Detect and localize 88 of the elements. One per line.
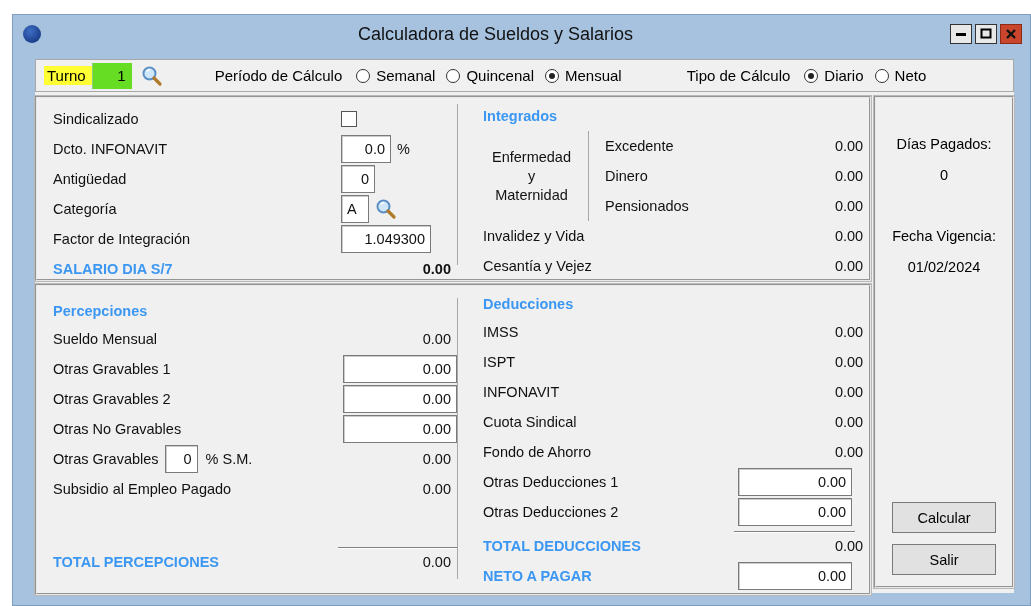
section-heading: Integrados xyxy=(483,107,559,126)
value-text: 0.00 xyxy=(833,198,865,214)
maximize-button[interactable] xyxy=(975,24,997,44)
search-icon[interactable] xyxy=(375,198,397,220)
field-label: Sueldo Mensual xyxy=(53,331,157,347)
search-icon[interactable] xyxy=(140,64,163,87)
group-label: Maternidad xyxy=(495,185,568,205)
radio-button[interactable]: Diario xyxy=(804,67,864,84)
field-label: Período de Cálculo xyxy=(214,67,343,84)
checkbox[interactable] xyxy=(341,111,357,127)
field-label: Otras Gravables 1 xyxy=(53,361,171,377)
window-title: Calculadora de Sueldos y Salarios xyxy=(356,23,635,45)
radio-button[interactable]: Mensual xyxy=(545,67,622,84)
field-label: Factor de Integración xyxy=(53,231,192,247)
value-text: 0.00 xyxy=(833,414,865,430)
field-label: Subsidio al Empleo Pagado xyxy=(53,481,232,497)
input-field[interactable]: 0.00 xyxy=(343,355,457,383)
field-label: ISPT xyxy=(483,354,516,370)
input-field[interactable]: 0 xyxy=(341,165,375,193)
minimize-icon xyxy=(956,32,966,36)
value-text: 0.00 xyxy=(833,384,865,400)
field-label: Fondo de Ahorro xyxy=(483,444,592,460)
group-label: y xyxy=(527,166,536,186)
group-label: Enfermedad xyxy=(492,147,571,167)
input-field[interactable]: 1.049300 xyxy=(341,225,431,253)
app-icon xyxy=(23,25,41,43)
total-label: TOTAL DEDUCCIONES xyxy=(483,538,642,554)
input-field[interactable]: 0.00 xyxy=(343,385,457,413)
action-button[interactable]: Calcular xyxy=(892,502,997,533)
value-text: 0.00 xyxy=(421,331,452,347)
input-field[interactable]: 1 xyxy=(91,62,132,89)
field-label: Cesantía y Vejez xyxy=(483,258,593,274)
maximize-icon xyxy=(980,28,992,40)
input-field[interactable]: A xyxy=(341,195,369,223)
section-heading: Percepciones xyxy=(53,302,149,321)
field-label: Otras No Gravables xyxy=(53,421,182,437)
field-label: Dcto. INFONAVIT xyxy=(53,141,169,157)
field-label: Otras Gravables 2 xyxy=(53,391,171,407)
field-label: Excedente xyxy=(605,138,675,154)
field-label: Fecha Vigencia: xyxy=(892,226,996,246)
value-text: 01/02/2024 xyxy=(907,257,981,277)
field-label: Otras Gravables xyxy=(53,451,159,467)
field-label: INFONAVIT xyxy=(483,384,560,400)
field-label: Dinero xyxy=(605,168,649,184)
unit-label: % S.M. xyxy=(205,451,253,467)
input-field[interactable]: 0.00 xyxy=(738,468,853,496)
value-text: 0.00 xyxy=(833,228,865,244)
input-field[interactable]: 0.00 xyxy=(738,498,853,526)
section-heading: Deducciones xyxy=(483,295,575,314)
value-text: 0 xyxy=(940,165,949,185)
action-button[interactable]: Salir xyxy=(892,544,997,575)
field-label: Pensionados xyxy=(605,198,690,214)
value-text: 0.00 xyxy=(421,481,452,497)
field-label: Invalidez y Vida xyxy=(483,228,586,244)
value-text: 0.00 xyxy=(421,451,452,467)
field-label: Días Pagados: xyxy=(896,134,992,154)
total-label: TOTAL PERCEPCIONES xyxy=(53,554,220,570)
field-label: Categoría xyxy=(53,201,118,217)
input-field[interactable]: 0.00 xyxy=(343,415,457,443)
field-label: Sindicalizado xyxy=(53,111,140,127)
value-text: 0.00 xyxy=(833,324,865,340)
radio-button[interactable]: Neto xyxy=(874,67,927,84)
value-text: 0.00 xyxy=(833,354,865,370)
field-label: Tipo de Cálculo xyxy=(686,67,791,84)
close-button[interactable] xyxy=(1000,24,1022,44)
field-label: Otras Deducciones 1 xyxy=(483,474,619,490)
close-icon xyxy=(1005,28,1017,40)
field-label: Antigüedad xyxy=(53,171,128,187)
radio-button[interactable]: Semanal xyxy=(356,67,436,84)
field-label: Turno xyxy=(44,66,92,85)
value-text: 0.00 xyxy=(833,444,865,460)
value-text: 0.00 xyxy=(833,138,865,154)
value-text: 0.00 xyxy=(421,554,452,570)
value-text: 0.00 xyxy=(833,168,865,184)
field-label: Cuota Sindical xyxy=(483,414,577,430)
field-label: IMSS xyxy=(483,324,519,340)
input-field[interactable]: 0.0 xyxy=(341,135,391,163)
value-text: 0.00 xyxy=(833,538,865,554)
input-field[interactable]: 0.00 xyxy=(738,562,853,590)
input-field[interactable]: 0 xyxy=(164,445,198,473)
total-label: NETO A PAGAR xyxy=(483,568,593,584)
value-text: 0.00 xyxy=(833,258,865,274)
radio-button[interactable]: Quincenal xyxy=(446,67,534,84)
field-label: SALARIO DIA S/7 xyxy=(53,261,174,277)
value-text: 0.00 xyxy=(421,261,452,277)
field-label: Otras Deducciones 2 xyxy=(483,504,619,520)
unit-label: % xyxy=(397,141,410,157)
minimize-button[interactable] xyxy=(950,24,972,44)
